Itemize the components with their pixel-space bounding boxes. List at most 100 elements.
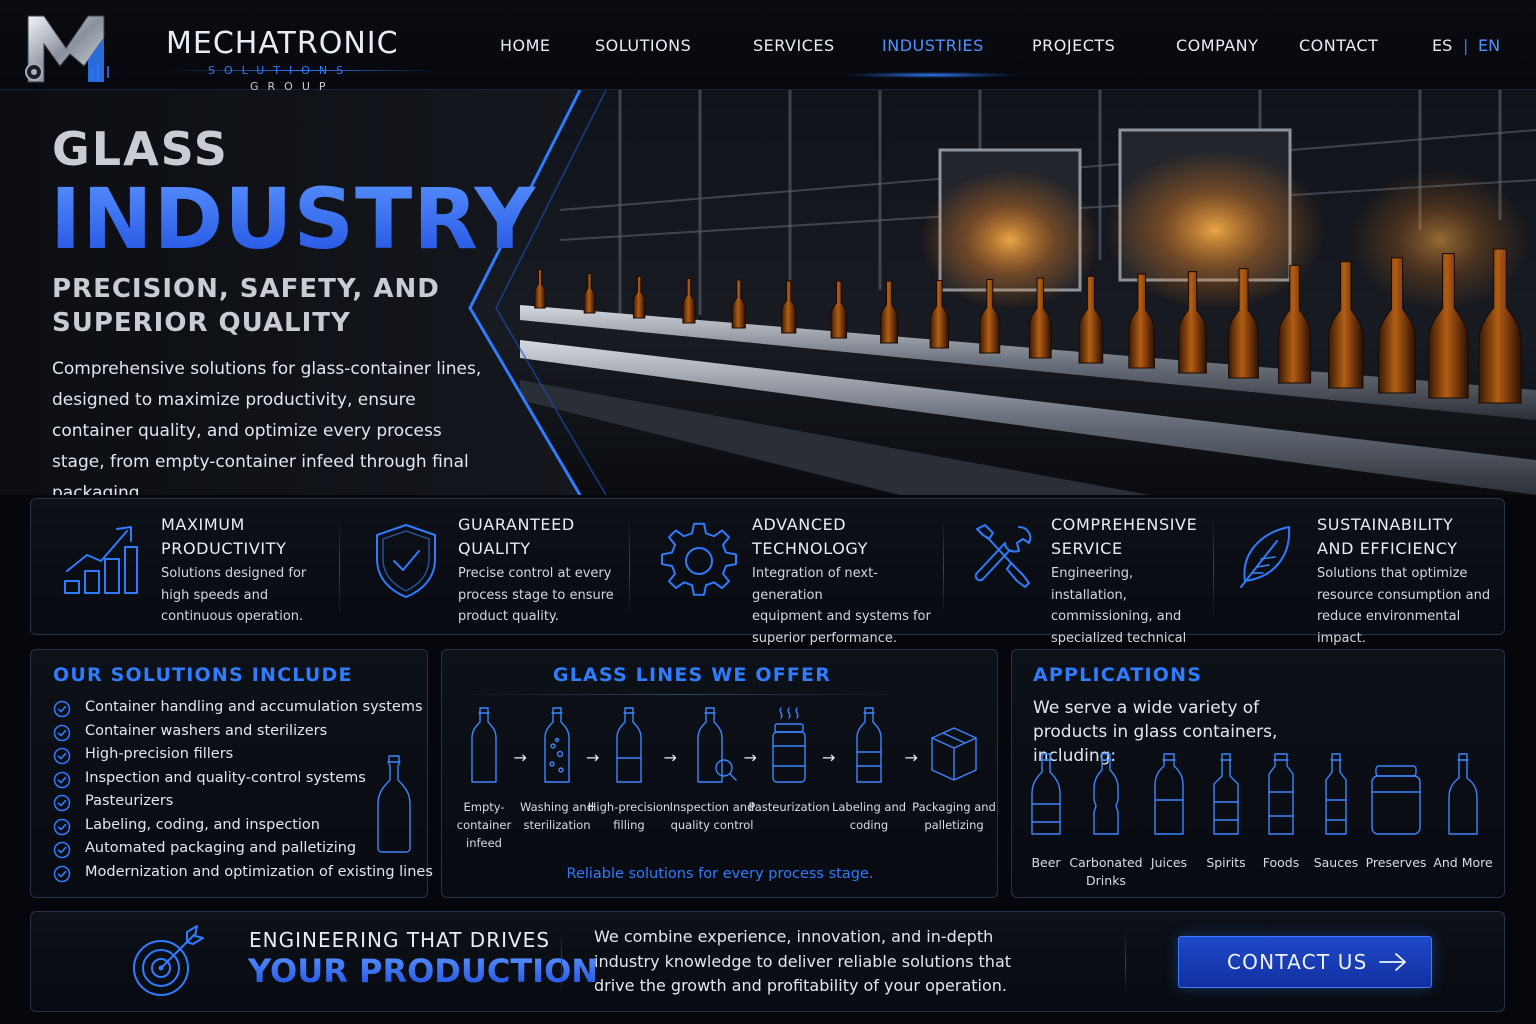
hero-section: GLASS INDUSTRY PRECISION, SAFETY, AND SU… (0, 90, 1536, 495)
filling-bottle-icon (616, 707, 642, 783)
feature-desc: Integration of next-generation equipment… (752, 566, 931, 646)
applications-title: APPLICATIONS (1033, 664, 1203, 686)
hero-title-industry: INDUSTRY (50, 170, 537, 268)
solution-item-label: Modernization and optimization of existi… (85, 863, 433, 880)
bar-chart-growth-icon (64, 526, 138, 594)
feature-service: COMPREHENSIVE SERVICE Engineering, insta… (945, 499, 1213, 667)
feature-title: SUSTAINABILITY AND EFFICIENCY (1317, 515, 1458, 558)
contact-us-label: CONTACT US (1227, 950, 1368, 974)
nav-contact[interactable]: CONTACT (1299, 36, 1378, 55)
feature-technology: ADVANCED TECHNOLOGY Integration of next-… (631, 499, 943, 646)
magnifier-bottle-icon (697, 707, 737, 783)
feature-divider (943, 517, 944, 617)
nav-solutions[interactable]: SOLUTIONS (595, 36, 691, 55)
feature-title: COMPREHENSIVE SERVICE (1051, 515, 1198, 558)
check-circle-icon (53, 747, 71, 765)
hero-description: Comprehensive solutions for glass-contai… (52, 359, 482, 495)
solution-item-label: Inspection and quality-control systems (85, 769, 366, 786)
steaming-jar-icon (772, 707, 806, 783)
food-bottle-icon (1268, 753, 1294, 835)
soda-bottle-icon (1093, 753, 1119, 835)
nav-active-indicator (846, 72, 1016, 78)
cta-heading-line1: ENGINEERING THAT DRIVES (249, 928, 551, 952)
solution-item-label: Container handling and accumulation syst… (85, 699, 423, 715)
check-circle-icon (53, 724, 71, 741)
feature-divider (629, 517, 630, 617)
nav-home[interactable]: HOME (500, 36, 551, 55)
solutions-panel: OUR SOLUTIONS INCLUDE Container handling… (30, 649, 433, 898)
hero-subtitle: PRECISION, SAFETY, AND SUPERIOR QUALITY (52, 274, 440, 338)
empty-bottle-icon (471, 707, 497, 783)
box-icon (931, 727, 977, 781)
preserve-jar-icon (1371, 765, 1421, 835)
site-header: MECHATRONIC SOLUTIONS GROUP HOME SOLUTIO… (0, 0, 1536, 93)
feature-desc: Solutions that optimize resource consump… (1317, 566, 1491, 646)
solution-item-label: Automated packaging and palletizing (85, 840, 357, 856)
step-arrow-icon: → (586, 748, 600, 767)
hero-title-glass: GLASS (52, 122, 229, 176)
feature-desc: Solutions designed for high speeds and c… (161, 566, 307, 624)
shield-check-icon (376, 524, 436, 598)
leaf-icon (1240, 526, 1291, 588)
nav-industries[interactable]: INDUSTRIES (882, 36, 984, 55)
language-en[interactable]: EN (1478, 36, 1500, 55)
solution-item-label: Labeling, coding, and inspection (85, 816, 320, 833)
check-circle-icon (53, 865, 71, 882)
cta-divider (1125, 930, 1126, 994)
cta-description: We combine experience, innovation, and i… (594, 927, 1012, 995)
logo-mark-icon (25, 15, 109, 83)
wine-bottle-icon (1448, 753, 1478, 835)
glass-lines-panel: GLASS LINES WE OFFER Empty-container inf… (441, 649, 998, 898)
target-arrow-icon (133, 925, 204, 996)
juice-bottle-icon (1154, 753, 1184, 835)
process-step-label: High-precision filling (587, 800, 671, 832)
feature-divider (1213, 517, 1214, 617)
cta-divider (561, 930, 562, 994)
solution-item-label: Pasteurizers (85, 793, 174, 809)
arrow-right-icon (1379, 953, 1406, 971)
feature-quality: GUARANTEED QUALITY Precise control at ev… (341, 499, 629, 634)
beer-bottle-icon (1031, 753, 1061, 835)
step-arrow-icon: → (513, 748, 527, 767)
gear-icon (661, 522, 737, 596)
cta-section: ENGINEERING THAT DRIVES YOUR PRODUCTION … (30, 911, 1505, 1012)
check-circle-icon (53, 700, 71, 718)
glass-lines-title: GLASS LINES WE OFFER (552, 664, 832, 686)
step-arrow-icon: → (904, 748, 918, 767)
solution-item-label: Container washers and sterilizers (85, 722, 328, 739)
glass-lines-footer: Reliable solutions for every process sta… (566, 866, 874, 882)
company-logo[interactable]: MECHATRONIC SOLUTIONS GROUP (22, 8, 438, 93)
step-arrow-icon: → (663, 748, 677, 767)
feature-title: ADVANCED TECHNOLOGY (752, 515, 868, 558)
applications-panel: APPLICATIONS We serve a wide variety of … (1011, 649, 1505, 898)
solutions-title: OUR SOLUTIONS INCLUDE (53, 664, 353, 686)
step-arrow-icon: → (822, 748, 836, 767)
nav-services[interactable]: SERVICES (753, 36, 835, 55)
feature-productivity: MAXIMUM PRODUCTIVITY Solutions designed … (31, 499, 339, 634)
contact-us-button[interactable]: CONTACT US (1178, 936, 1432, 988)
language-separator: | (1463, 36, 1469, 55)
feature-title: MAXIMUM PRODUCTIVITY (161, 515, 287, 558)
check-circle-icon (53, 794, 71, 812)
nav-company[interactable]: COMPANY (1176, 36, 1258, 55)
check-circle-icon (53, 841, 71, 859)
application-label: And More (1433, 855, 1493, 870)
sauce-bottle-icon (1325, 753, 1347, 835)
solution-item-label: High-precision fillers (85, 746, 234, 762)
language-es[interactable]: ES (1432, 36, 1452, 55)
step-arrow-icon: → (743, 748, 757, 767)
title-divider (462, 694, 902, 695)
labeled-bottle-icon (856, 707, 882, 783)
check-circle-icon (53, 818, 71, 835)
process-step-label: Labeling and coding (831, 800, 907, 832)
nav-projects[interactable]: PROJECTS (1032, 36, 1115, 55)
check-circle-icon (53, 771, 71, 788)
bubbles-bottle-icon (544, 707, 570, 783)
bottle-outline-icon (377, 755, 411, 853)
feature-divider (339, 517, 340, 617)
process-step-label: Packaging and palletizing (912, 800, 996, 832)
feature-title: GUARANTEED QUALITY (458, 515, 575, 558)
process-step-label: Pasteurization (748, 800, 830, 814)
feature-desc: Precise control at every process stage t… (458, 566, 614, 624)
spirits-bottle-icon (1213, 753, 1239, 835)
